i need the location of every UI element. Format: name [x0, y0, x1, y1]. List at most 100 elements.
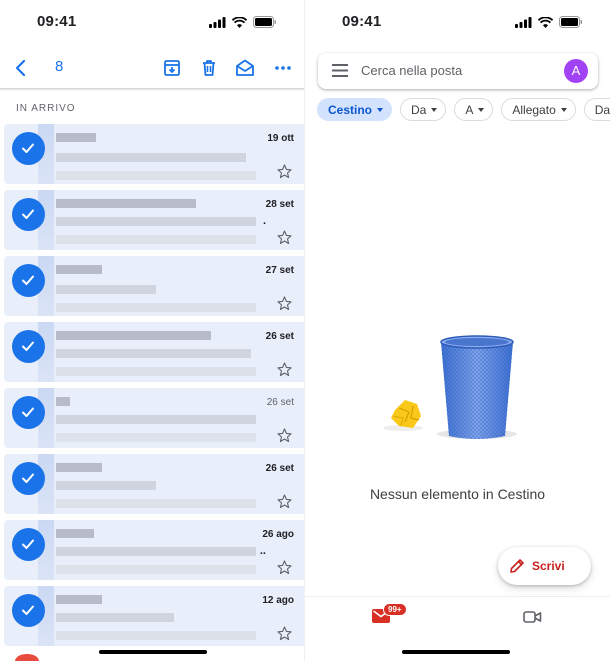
blurred-sender: [56, 331, 211, 340]
cellular-signal-icon: [515, 16, 532, 28]
email-date: 27 set: [265, 265, 294, 276]
pencil-icon: [510, 559, 524, 573]
selected-checkmark-avatar[interactable]: [12, 396, 45, 429]
blurred-snippet: [56, 367, 256, 376]
chip-to[interactable]: A: [454, 98, 494, 121]
search-input[interactable]: Cerca nella posta: [361, 63, 462, 78]
search-bar[interactable]: Cerca nella posta A: [318, 53, 598, 89]
empty-state-message: Nessun elemento in Cestino: [369, 486, 546, 502]
mark-as-read-icon[interactable]: [234, 57, 256, 79]
blurred-sender: [56, 595, 102, 604]
empty-trash-illustration: [383, 335, 517, 439]
chip-attachment[interactable]: Allegato: [501, 98, 576, 121]
star-icon[interactable]: [277, 362, 292, 382]
checkmark-icon: [22, 605, 34, 615]
star-icon[interactable]: [277, 296, 292, 316]
email-date: 26 set: [265, 463, 294, 474]
checkmark-icon: [22, 341, 34, 351]
star-icon[interactable]: [277, 230, 292, 250]
email-date: 28 set: [265, 199, 294, 210]
blurred-subject: [56, 481, 156, 490]
email-row[interactable]: 12 ago: [4, 586, 304, 646]
email-row[interactable]: 27 set: [4, 256, 304, 316]
back-arrow-icon[interactable]: [10, 57, 32, 79]
chip-from[interactable]: Da: [400, 98, 447, 121]
star-icon[interactable]: [277, 494, 292, 514]
email-indicator: .: [262, 215, 266, 227]
blurred-snippet: [56, 499, 256, 508]
account-avatar[interactable]: A: [564, 59, 588, 83]
wifi-icon: [232, 16, 247, 28]
email-row[interactable]: 19 ott: [4, 124, 304, 184]
email-row[interactable]: 26 ago..: [4, 520, 304, 580]
chip-date[interactable]: Data: [583, 98, 610, 121]
chevron-down-icon: [431, 107, 438, 112]
selected-checkmark-avatar[interactable]: [12, 330, 45, 363]
email-date: 26 set: [265, 331, 294, 342]
chip-label: A: [465, 102, 474, 117]
status-icons: [515, 16, 583, 28]
blurred-sender: [56, 463, 102, 472]
email-row[interactable]: 26 set: [4, 322, 304, 382]
blurred-subject: [56, 349, 251, 358]
chip-label: Da: [411, 102, 427, 117]
battery-icon: [253, 16, 276, 28]
chip-label: Allegato: [512, 102, 556, 117]
delete-icon[interactable]: [198, 57, 220, 79]
checkmark-icon: [22, 473, 34, 483]
toolbar-shadow: [0, 88, 305, 91]
chip-label: Data: [594, 102, 610, 117]
mail-badge: 99+: [383, 603, 407, 616]
blurred-sender: [56, 199, 196, 208]
section-header: IN ARRIVO: [16, 103, 76, 114]
more-options-icon[interactable]: [272, 57, 294, 79]
checkmark-icon: [22, 275, 34, 285]
email-date: 19 ott: [267, 133, 294, 144]
blurred-subject: [56, 285, 156, 294]
blurred-snippet: [56, 235, 256, 244]
email-row[interactable]: 26 set: [4, 454, 304, 514]
email-indicator: ..: [259, 545, 266, 557]
selected-checkmark-avatar[interactable]: [12, 198, 45, 231]
blurred-subject: [56, 613, 174, 622]
hamburger-menu-icon[interactable]: [332, 64, 348, 77]
selected-checkmark-avatar[interactable]: [12, 132, 45, 165]
chevron-down-icon: [560, 107, 567, 112]
star-icon[interactable]: [277, 428, 292, 448]
compose-label: Scrivi: [532, 559, 565, 573]
archive-icon[interactable]: [161, 57, 183, 79]
email-date: 12 ago: [262, 595, 294, 606]
blurred-subject: [56, 415, 256, 424]
selected-checkmark-avatar[interactable]: [12, 528, 45, 561]
selected-checkmark-avatar[interactable]: [12, 264, 45, 297]
chevron-down-icon: [478, 107, 485, 112]
video-camera-icon[interactable]: [523, 610, 542, 624]
status-bar: 09:41: [0, 0, 305, 44]
email-row[interactable]: 26 set: [4, 388, 304, 448]
star-icon[interactable]: [277, 626, 292, 646]
chip-trash[interactable]: Cestino: [317, 98, 393, 121]
blurred-subject: [56, 217, 256, 226]
blurred-snippet: [56, 433, 256, 442]
blurred-snippet: [56, 303, 256, 312]
star-icon[interactable]: [277, 560, 292, 580]
filter-chips: Cestino Da A Allegato Data: [317, 98, 610, 121]
email-row[interactable]: 28 set.: [4, 190, 304, 250]
selection-toolbar: 8: [0, 48, 305, 88]
checkmark-icon: [22, 539, 34, 549]
selected-count: 8: [55, 58, 64, 75]
wifi-icon: [538, 16, 553, 28]
status-icons: [209, 16, 277, 28]
blurred-sender: [56, 133, 96, 142]
compose-button[interactable]: Scrivi: [498, 547, 591, 585]
trash-screen: 09:41 Cerca nella posta A Cestino Da A A…: [305, 0, 610, 661]
checkmark-icon: [22, 209, 34, 219]
cellular-signal-icon: [209, 16, 226, 28]
blurred-snippet: [56, 631, 256, 640]
selected-checkmark-avatar[interactable]: [12, 594, 45, 627]
selected-checkmark-avatar[interactable]: [12, 462, 45, 495]
star-icon[interactable]: [277, 164, 292, 184]
blurred-snippet: [56, 565, 256, 574]
status-time: 09:41: [37, 13, 77, 30]
chevron-down-icon: [377, 107, 384, 112]
